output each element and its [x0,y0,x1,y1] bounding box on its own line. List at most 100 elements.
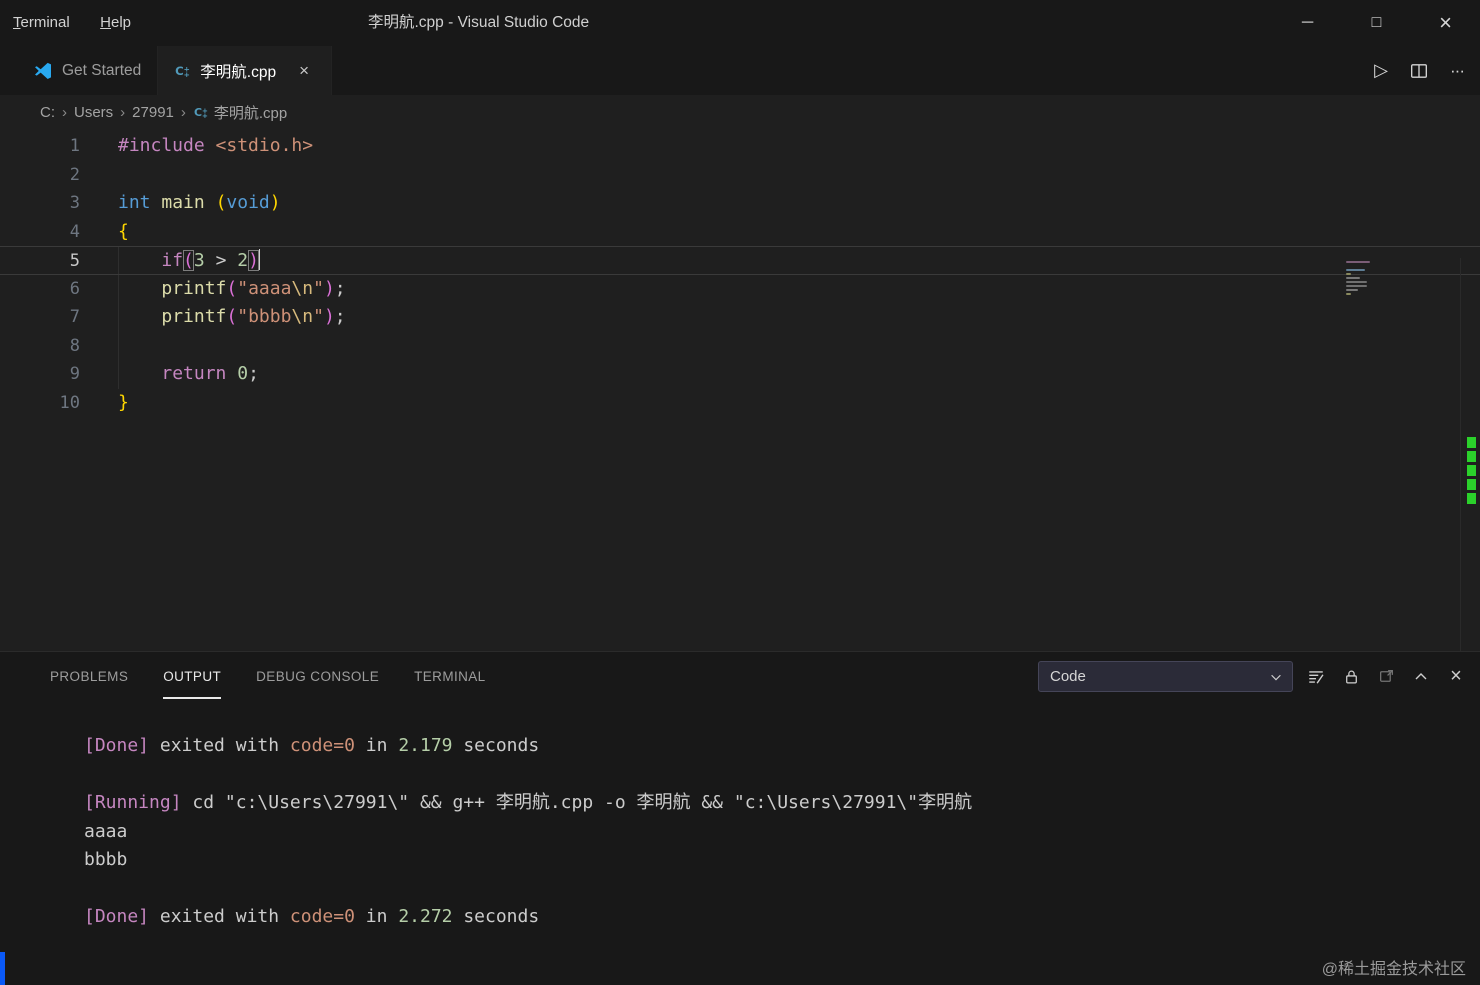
panel-tab-debug-console[interactable]: DEBUG CONSOLE [256,652,379,701]
code-line [46,761,1460,790]
minimap-line [1346,289,1358,291]
maximize-icon: □ [1371,14,1382,31]
editor-actions: ▷ ··· [1366,46,1472,95]
code-line[interactable]: 2 [0,161,1480,190]
line-number: 3 [69,193,80,213]
tab-close-button[interactable]: × [293,60,315,82]
line-content: #include <stdio.h> [118,135,314,156]
svg-text:+: + [202,112,208,120]
code-line: [Done] exited with code=0 in 2.179 secon… [46,732,1460,761]
code-line[interactable]: 4{ [0,218,1480,247]
line-number: 5 [69,251,80,271]
minimap-line [1346,277,1360,279]
tab-close-icon: × [299,60,310,80]
line-content: printf("bbbb\n"); [161,306,346,327]
chevron-right-icon: › [62,103,67,121]
code-line[interactable]: 7 printf("bbbb\n"); [0,303,1480,332]
menu-help[interactable]: Help [87,0,144,46]
code-line[interactable]: 3 int main (void) [0,189,1480,218]
auto-scroll-lock-button[interactable] [1339,665,1363,689]
line-number: 10 [59,392,80,413]
line-content [46,878,84,899]
code-line[interactable]: 10} [0,389,1480,418]
breadcrumb-item-users[interactable]: Users [74,104,113,121]
overview-ruler-mark [1467,479,1476,490]
close-icon: × [1450,665,1462,687]
line-content: [Done] exited with code=0 in 2.179 secon… [84,735,540,756]
line-content [80,335,118,356]
breadcrumb-item-file[interactable]: C + + 李明航.cpp [193,102,287,123]
minimap-line [1346,273,1351,275]
lock-icon [1343,668,1360,686]
svg-text:+: + [184,70,190,79]
svg-text:C: C [194,106,202,119]
window-controls: ─ □ × [1273,0,1480,46]
window-title: 李明航.cpp - Visual Studio Code [368,14,590,31]
tab-get-started[interactable]: Get Started [17,46,159,95]
output-channel-dropdown[interactable]: Code [1038,661,1293,692]
close-window-button[interactable]: × [1411,0,1480,46]
panel-tab-problems[interactable]: PROBLEMS [50,652,128,701]
maximize-button[interactable]: □ [1342,0,1411,46]
chevron-down-icon [1269,670,1283,684]
menu-bar: Terminal Help [0,0,144,46]
chevron-up-icon [1413,669,1429,685]
split-editor-button[interactable] [1404,56,1434,86]
vscode-logo-icon [33,61,53,81]
editor-lines: 1 #include <stdio.h> 2 3 int main (void) 4{5 … [0,129,1480,417]
tab-label: 李明航.cpp [200,63,277,81]
minimize-button[interactable]: ─ [1273,0,1342,46]
code-line: [Running] cd "c:\Users\27991\" && g++ 李明… [46,789,1460,818]
line-number: 1 [69,136,80,156]
output-channel-value: Code [1050,668,1086,685]
minimap[interactable] [1346,261,1372,297]
line-content: if(3 > 2) [161,249,260,271]
title-bar: Terminal Help 李明航.cpp - Visual Studio Co… [0,0,1480,46]
code-line: [Done] exited with code=0 in 2.272 secon… [46,903,1460,932]
breadcrumb-item-27991[interactable]: 27991 [132,104,174,121]
code-editor[interactable]: 1 #include <stdio.h> 2 3 int main (void) 4{5 … [0,129,1480,780]
output-console[interactable]: [Done] exited with code=0 in 2.179 secon… [0,701,1480,932]
code-line[interactable]: 1 #include <stdio.h> [0,132,1480,161]
line-number: 8 [69,335,80,356]
menu-terminal[interactable]: Terminal [0,0,83,46]
cpp-file-icon: C + + [174,62,191,79]
line-number: 2 [69,164,80,185]
clear-output-button[interactable] [1304,665,1328,689]
more-icon: ··· [1450,60,1465,80]
overview-ruler-mark [1467,465,1476,476]
panel-left-accent [0,952,5,985]
line-number: 7 [69,307,80,327]
chevron-right-icon: › [120,103,126,121]
line-content: { [118,220,129,242]
code-line[interactable]: 6 printf("aaaa\n"); [0,274,1480,304]
maximize-panel-button[interactable] [1409,665,1433,689]
line-content: aaaa [84,820,128,842]
code-line-current[interactable]: 5 if(3 > 2) [0,246,1480,275]
code-line[interactable]: 8 [0,331,1480,361]
tab-file-cpp[interactable]: C + + 李明航.cpp × [158,46,333,95]
run-code-button[interactable]: ▷ [1366,56,1396,86]
line-content: [Running] cd "c:\Users\27991\" && g++ 李明… [84,792,973,813]
close-icon: × [1439,10,1452,35]
code-line[interactable]: 9 return 0; [0,360,1480,389]
run-icon: ▷ [1374,60,1388,80]
panel-controls: Code × [1038,652,1468,701]
line-content: printf("aaaa\n"); [161,277,346,299]
panel-tab-output[interactable]: OUTPUT [163,652,222,701]
more-actions-button[interactable]: ··· [1442,56,1472,86]
minimap-line [1346,281,1367,283]
panel-tab-terminal[interactable]: TERMINAL [414,652,485,701]
chevron-right-icon: › [180,103,186,121]
code-line: bbbb [46,846,1460,875]
breadcrumb-file-label: 李明航.cpp [213,104,288,122]
line-content: } [118,391,129,413]
watermark: @稀土掘金技术社区 [1321,961,1466,978]
line-content: [Done] exited with code=0 in 2.272 secon… [84,906,540,927]
panel-header: PROBLEMS OUTPUT DEBUG CONSOLE TERMINAL C… [0,652,1480,701]
svg-text:C: C [175,64,184,78]
tab-label: Get Started [62,61,142,79]
open-output-in-editor-button[interactable] [1374,665,1398,689]
close-panel-button[interactable]: × [1444,665,1468,689]
breadcrumb-item-drive[interactable]: C: [40,104,55,121]
